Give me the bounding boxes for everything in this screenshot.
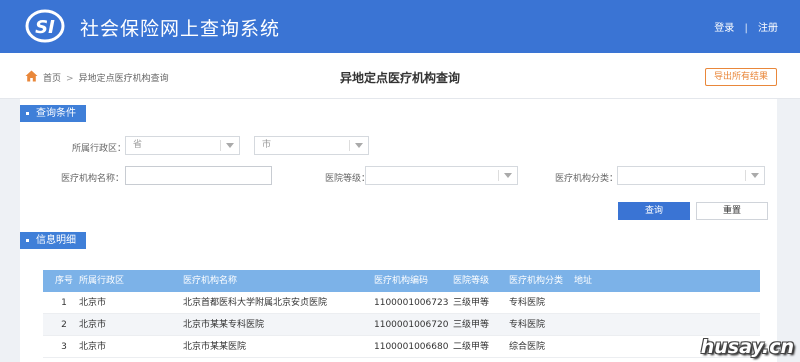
- cell-org-code: 1100001006723: [374, 298, 449, 308]
- select-divider: [220, 140, 221, 151]
- cell-region: 北京市: [79, 342, 107, 352]
- cell-org-code: 1100001006720: [374, 320, 449, 330]
- reset-button[interactable]: 重置: [696, 202, 768, 220]
- cell-org-code: 1100001006680: [374, 342, 449, 352]
- province-select[interactable]: 省: [125, 136, 240, 155]
- cell-org-name: 北京市某某专科医院: [183, 320, 265, 330]
- breadcrumb-arrow: >: [66, 74, 74, 84]
- svg-text:SI: SI: [35, 17, 55, 38]
- cell-type: 专科医院: [509, 298, 546, 308]
- col-header-org-name: 医疗机构名称: [183, 276, 238, 286]
- watermark: husay.cn: [700, 336, 794, 358]
- breadcrumb-current: 异地定点医疗机构查询: [78, 74, 169, 84]
- link-separator: |: [744, 23, 748, 34]
- cell-index: 2: [61, 320, 67, 330]
- col-header-type: 医疗机构分类: [509, 276, 564, 286]
- cell-region: 北京市: [79, 298, 107, 308]
- page-title: 异地定点医疗机构查询: [339, 71, 460, 85]
- login-link[interactable]: 登录: [714, 23, 734, 34]
- chevron-down-icon: [226, 143, 234, 148]
- results-table: 序号 所属行政区 医疗机构名称 医疗机构编码 医院等级 医疗机构分类 地址 1 …: [43, 270, 760, 358]
- table-row[interactable]: 2 北京市 北京市某某专科医院 1100001006720 三级甲等 专科医院: [43, 314, 760, 336]
- table-row[interactable]: 1 北京市 北京首都医科大学附属北京安贞医院 1100001006723 三级甲…: [43, 292, 760, 314]
- cell-index: 1: [61, 298, 67, 308]
- col-header-region: 所属行政区: [79, 276, 125, 286]
- select-divider: [498, 170, 499, 181]
- breadcrumb-home[interactable]: 首页: [43, 74, 61, 84]
- org-name-input[interactable]: [125, 166, 272, 185]
- org-type-label: 医疗机构分类：: [555, 174, 619, 184]
- main-panel: 查询条件 所属行政区： 省 市 医疗机构名称： 医院等级： 医疗机构分类： 查询…: [20, 99, 777, 362]
- breadcrumb-bar: 首页 > 异地定点医疗机构查询 异地定点医疗机构查询 导出所有结果: [0, 53, 800, 99]
- cell-level: 二级甲等: [453, 342, 490, 352]
- cell-type: 综合医院: [509, 342, 546, 352]
- select-divider: [745, 170, 746, 181]
- home-icon[interactable]: [25, 70, 38, 82]
- hospital-level-label: 医院等级：: [325, 174, 371, 184]
- export-all-button[interactable]: 导出所有结果: [705, 68, 777, 86]
- info-section-tag: 信息明细: [20, 232, 86, 249]
- top-links: 登录 | 注册: [714, 19, 778, 34]
- cell-type: 专科医院: [509, 320, 546, 330]
- city-value: 市: [262, 140, 272, 150]
- query-button[interactable]: 查询: [618, 202, 690, 220]
- chevron-down-icon: [751, 173, 759, 178]
- cell-org-name: 北京市某某医院: [183, 342, 247, 352]
- col-header-org-code: 医疗机构编码: [374, 276, 429, 286]
- select-divider: [349, 140, 350, 151]
- table-row[interactable]: 3 北京市 北京市某某医院 1100001006680 二级甲等 综合医院: [43, 336, 760, 358]
- cell-region: 北京市: [79, 320, 107, 330]
- table-header-row: 序号 所属行政区 医疗机构名称 医疗机构编码 医院等级 医疗机构分类 地址: [43, 270, 760, 292]
- city-select[interactable]: 市: [254, 136, 369, 155]
- site-title: 社会保险网上查询系统: [80, 18, 281, 40]
- register-link[interactable]: 注册: [758, 23, 778, 34]
- region-label: 所属行政区：: [72, 144, 127, 154]
- col-header-address: 地址: [574, 276, 593, 286]
- hospital-level-select[interactable]: [365, 166, 518, 185]
- org-type-select[interactable]: [617, 166, 765, 185]
- social-insurance-logo: SI: [25, 9, 65, 43]
- chevron-down-icon: [504, 173, 512, 178]
- cell-level: 三级甲等: [453, 298, 490, 308]
- breadcrumb: 首页 > 异地定点医疗机构查询: [43, 71, 169, 84]
- chevron-down-icon: [355, 143, 363, 148]
- top-header: SI 社会保险网上查询系统 登录 | 注册: [0, 0, 800, 53]
- cell-org-name: 北京首都医科大学附属北京安贞医院: [183, 298, 328, 308]
- query-section-tag: 查询条件: [20, 105, 86, 122]
- col-header-index: 序号: [54, 276, 73, 286]
- cell-level: 三级甲等: [453, 320, 490, 330]
- org-name-label: 医疗机构名称：: [61, 174, 125, 184]
- col-header-level: 医院等级: [453, 276, 490, 286]
- cell-index: 3: [61, 342, 67, 352]
- province-value: 省: [133, 140, 143, 150]
